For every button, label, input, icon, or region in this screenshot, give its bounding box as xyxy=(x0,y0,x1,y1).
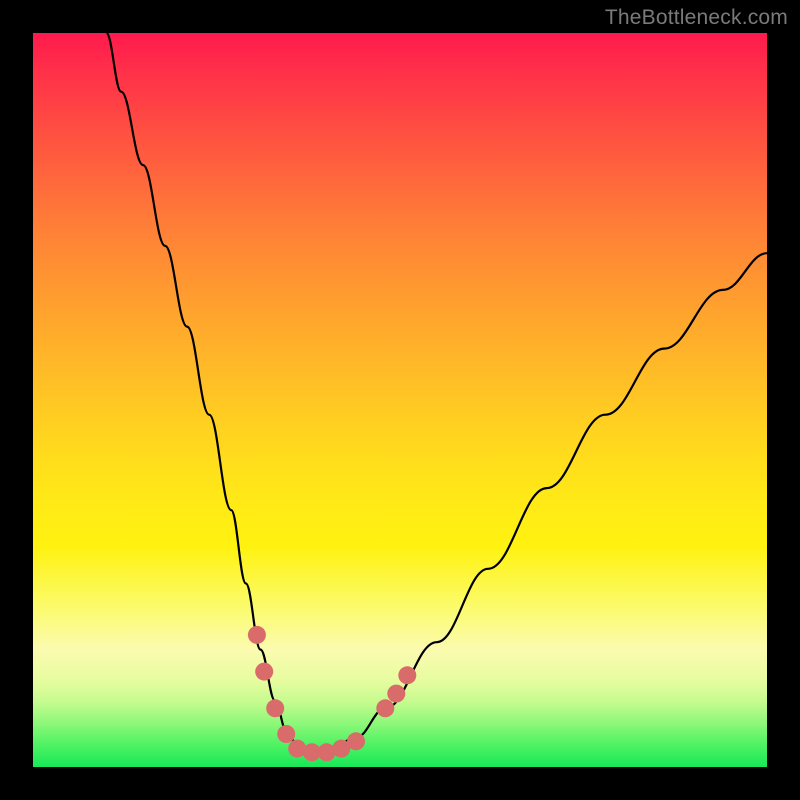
highlight-dot xyxy=(248,626,266,644)
highlight-dot xyxy=(255,663,273,681)
bottleneck-curve xyxy=(106,33,767,752)
highlight-dot xyxy=(347,732,365,750)
highlight-dot xyxy=(277,725,295,743)
watermark-text: TheBottleneck.com xyxy=(605,6,788,30)
highlight-dot xyxy=(398,666,416,684)
plot-gradient-area xyxy=(33,33,767,767)
chart-frame: TheBottleneck.com xyxy=(0,0,800,800)
highlight-dot xyxy=(376,699,394,717)
curve-layer xyxy=(33,33,767,767)
highlight-dot xyxy=(387,685,405,703)
highlight-dot xyxy=(266,699,284,717)
